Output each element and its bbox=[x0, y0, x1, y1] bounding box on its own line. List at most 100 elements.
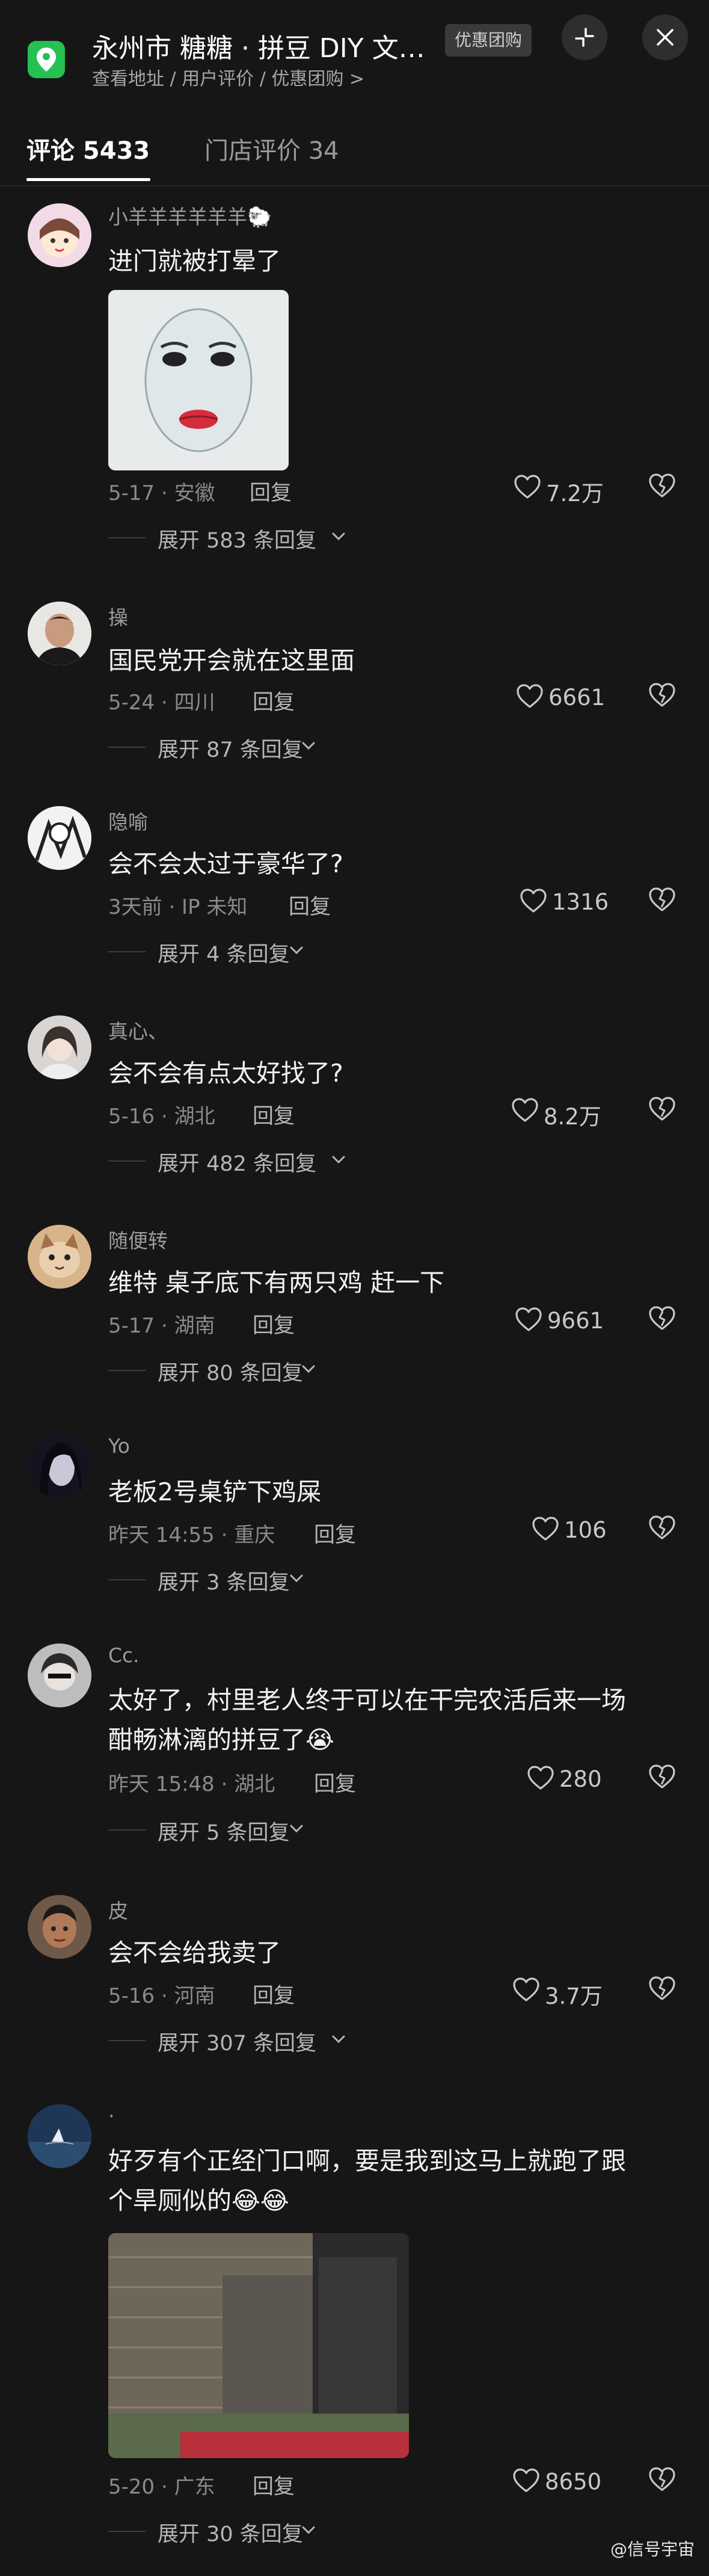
expand-replies-button[interactable]: 展开 482 条回复 bbox=[108, 1147, 361, 1176]
like-button[interactable]: 8650 bbox=[512, 2467, 615, 2497]
heart-icon bbox=[527, 1766, 554, 1790]
like-count: 6661 bbox=[548, 685, 606, 710]
comment-tabs: 评论 5433 门店评价 34 bbox=[0, 120, 709, 186]
expand-replies-button[interactable]: 展开 5 条回复 bbox=[108, 1816, 361, 1845]
close-button[interactable] bbox=[642, 14, 688, 60]
expand-divider-line bbox=[108, 1579, 146, 1580]
heart-icon bbox=[532, 1517, 559, 1541]
expand-replies-button[interactable]: 展开 80 条回复 bbox=[108, 1356, 361, 1385]
store-subline-link[interactable]: 查看地址 / 用户评价 / 优惠团购 > bbox=[92, 64, 364, 90]
store-title[interactable]: 永州市 糖糖 · 拼豆 DIY 文… bbox=[92, 26, 425, 65]
like-button[interactable]: 9661 bbox=[515, 1305, 617, 1336]
dislike-button[interactable] bbox=[648, 1976, 678, 2006]
like-button[interactable]: 106 bbox=[532, 1515, 616, 1545]
chevron-down-icon bbox=[290, 946, 303, 955]
expand-replies-button[interactable]: 展开 4 条回复 bbox=[108, 937, 361, 967]
minimize-button[interactable] bbox=[562, 14, 607, 60]
username[interactable]: 真心、 bbox=[108, 1015, 168, 1044]
expand-divider-line bbox=[108, 747, 146, 748]
avatar[interactable] bbox=[28, 1015, 91, 1079]
avatar[interactable] bbox=[28, 203, 91, 267]
location-pin-icon[interactable] bbox=[28, 41, 65, 78]
expand-replies-button[interactable]: 展开 87 条回复 bbox=[108, 733, 361, 762]
username[interactable]: 随便转 bbox=[108, 1225, 168, 1254]
chevron-down-icon bbox=[302, 2526, 315, 2534]
heart-icon bbox=[514, 475, 541, 499]
broken-heart-icon bbox=[649, 1097, 675, 1121]
avatar[interactable] bbox=[28, 2104, 91, 2168]
reply-button[interactable]: 回复 bbox=[253, 1308, 295, 1339]
like-button[interactable]: 7.2万 bbox=[514, 473, 610, 507]
avatar[interactable] bbox=[28, 1895, 91, 1959]
dislike-button[interactable] bbox=[648, 473, 678, 503]
reply-button[interactable]: 回复 bbox=[314, 1518, 356, 1548]
reply-button[interactable]: 回复 bbox=[253, 685, 295, 716]
like-count: 8650 bbox=[545, 2469, 602, 2495]
like-button[interactable]: 280 bbox=[527, 1764, 617, 1794]
watermark: @信号宇宙 bbox=[610, 2539, 695, 2559]
active-tab-indicator bbox=[26, 178, 150, 181]
heart-icon bbox=[512, 1098, 538, 1122]
like-button[interactable]: 1316 bbox=[520, 887, 616, 917]
expand-replies-button[interactable]: 展开 3 条回复 bbox=[108, 1565, 361, 1595]
avatar[interactable] bbox=[28, 1644, 91, 1707]
expand-replies-button[interactable]: 展开 30 条回复 bbox=[108, 2517, 361, 2547]
comment-text: 老板2号桌铲下鸡屎 bbox=[108, 1478, 322, 1506]
dislike-button[interactable] bbox=[648, 682, 678, 712]
username[interactable]: · bbox=[108, 2104, 115, 2128]
username[interactable]: 小羊羊羊羊羊羊🐑 bbox=[108, 201, 272, 230]
reply-button[interactable]: 回复 bbox=[253, 2470, 295, 2500]
like-button[interactable]: 3.7万 bbox=[512, 1976, 615, 2009]
expand-replies-label: 展开 482 条回复 bbox=[158, 1152, 317, 1176]
username[interactable]: 隐喻 bbox=[108, 806, 148, 835]
broken-heart-icon bbox=[649, 683, 675, 707]
tab-comments[interactable]: 评论 5433 bbox=[26, 131, 150, 166]
avatar[interactable] bbox=[28, 1434, 91, 1498]
dislike-button[interactable] bbox=[648, 887, 678, 917]
reply-button[interactable]: 回复 bbox=[314, 1767, 356, 1798]
expand-replies-button[interactable]: 展开 583 条回复 bbox=[108, 523, 361, 553]
like-count: 8.2万 bbox=[544, 1104, 601, 1130]
dislike-button[interactable] bbox=[648, 1096, 678, 1126]
comment-meta: 昨天 15:48 · 湖北 bbox=[108, 1772, 275, 1796]
comment-image-doorway[interactable] bbox=[108, 2233, 409, 2458]
tabs-divider bbox=[0, 185, 709, 186]
dislike-button[interactable] bbox=[648, 1764, 678, 1794]
chevron-down-icon bbox=[302, 1365, 315, 1373]
expand-replies-label: 展开 4 条回复 bbox=[158, 943, 290, 967]
tab-store-reviews[interactable]: 门店评价 34 bbox=[204, 131, 339, 166]
username[interactable]: 皮 bbox=[108, 1895, 128, 1924]
comment-text: 会不会太过于豪华了? bbox=[108, 849, 343, 878]
like-button[interactable]: 6661 bbox=[516, 682, 612, 712]
broken-heart-icon bbox=[649, 1515, 675, 1539]
reply-button[interactable]: 回复 bbox=[253, 1099, 295, 1130]
expand-divider-line bbox=[108, 2531, 146, 2532]
avatar[interactable] bbox=[28, 602, 91, 665]
chevron-down-icon bbox=[290, 1574, 303, 1583]
expand-divider-line bbox=[108, 951, 146, 952]
dislike-button[interactable] bbox=[648, 1515, 678, 1545]
username[interactable]: Yo bbox=[108, 1434, 130, 1458]
broken-heart-icon bbox=[649, 2467, 675, 2491]
expand-divider-line bbox=[108, 537, 146, 538]
reply-button[interactable]: 回复 bbox=[253, 1979, 295, 2009]
dislike-button[interactable] bbox=[648, 1305, 678, 1336]
expand-replies-button[interactable]: 展开 307 条回复 bbox=[108, 2026, 361, 2056]
expand-replies-label: 展开 30 条回复 bbox=[158, 2522, 303, 2547]
comment-meta: 5-20 · 广东 bbox=[108, 2475, 215, 2499]
promo-badge[interactable]: 优惠团购 bbox=[445, 24, 532, 57]
avatar[interactable] bbox=[28, 806, 91, 870]
avatar[interactable] bbox=[28, 1225, 91, 1289]
expand-replies-label: 展开 3 条回复 bbox=[158, 1571, 290, 1595]
chevron-down-icon bbox=[302, 742, 315, 750]
expand-replies-label: 展开 583 条回复 bbox=[158, 529, 317, 553]
reply-button[interactable]: 回复 bbox=[289, 890, 331, 920]
dislike-button[interactable] bbox=[648, 2467, 678, 2497]
broken-heart-icon bbox=[649, 887, 675, 911]
comment-image-meme[interactable] bbox=[108, 290, 289, 470]
username[interactable]: 操 bbox=[108, 602, 128, 630]
chevron-down-icon bbox=[332, 1156, 345, 1164]
like-button[interactable]: 8.2万 bbox=[511, 1096, 613, 1130]
reply-button[interactable]: 回复 bbox=[250, 476, 292, 507]
username[interactable]: Cc. bbox=[108, 1644, 140, 1667]
